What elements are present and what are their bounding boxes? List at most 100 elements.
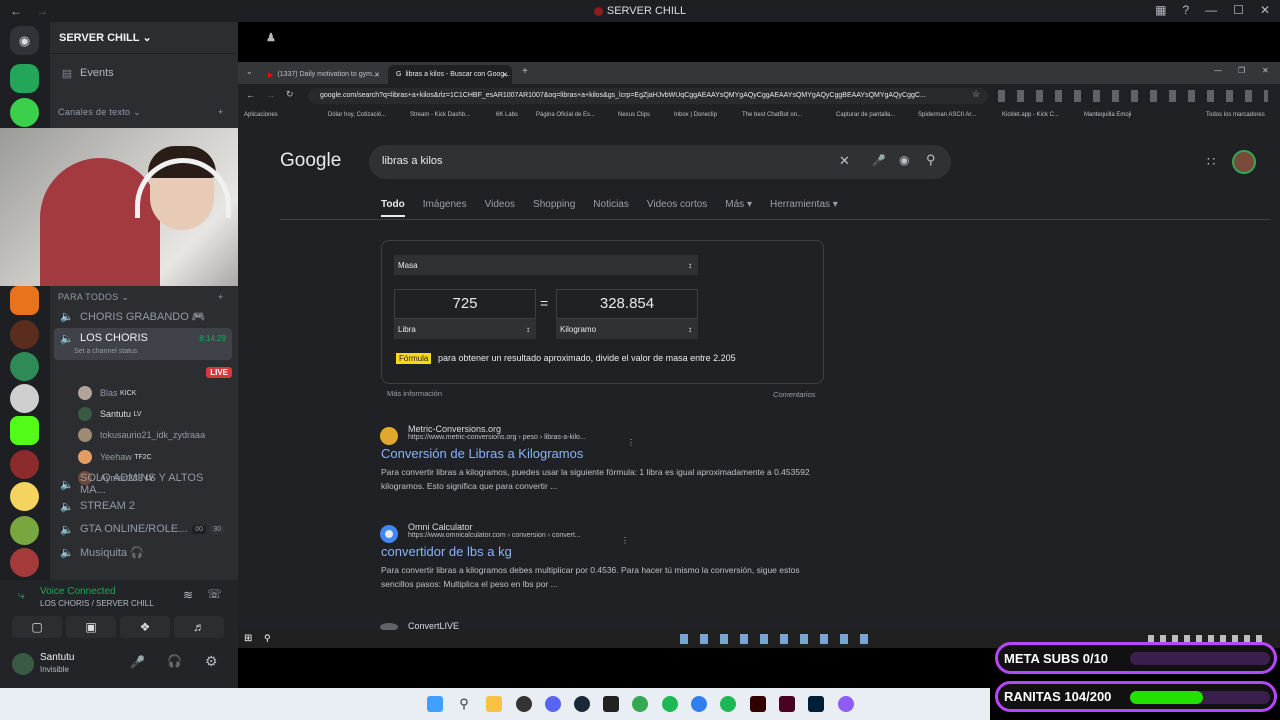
browser-tab[interactable]: ▶ (1337) Daily motivation to gym... ✕ [260,65,384,84]
server-icon[interactable] [10,416,39,445]
google-logo[interactable]: Google [280,150,341,172]
bookmark-item[interactable]: 6K Labs [496,112,518,118]
disconnect-icon[interactable]: ☏ [207,587,222,601]
bookmark-item[interactable]: Aplicaciones [244,112,278,118]
app-icon[interactable] [691,696,707,712]
bookmark-item[interactable]: Página Oficial de Es... [536,112,595,118]
bookmark-item[interactable]: Spiderman ASCII Ar... [918,112,976,118]
maximize-icon[interactable]: ☐ [1233,3,1244,17]
text-category[interactable]: Canales de texto ⌄ + [58,107,223,118]
result-url[interactable]: https://www.metric-conversions.org › pes… [408,434,821,441]
forward-arrow-icon[interactable]: → [266,90,275,100]
server-icon[interactable] [10,482,39,511]
voice-channel-musiquita[interactable]: 🔈 Musiquita 🎧 [54,541,232,563]
obs-icon[interactable] [516,696,532,712]
avatar[interactable] [12,653,34,675]
tab-videos-cortos[interactable]: Videos cortos [647,199,707,217]
result-title[interactable]: Conversión de Libras a Kilogramos [381,446,821,461]
voice-channel-gta-online[interactable]: 🔈 GTA ONLINE/ROLE... 00 30 [54,518,232,540]
result-url[interactable]: https://www.omnicalculator.com › convers… [408,532,821,539]
settings-gear-icon[interactable]: ⚙ [205,653,218,670]
from-unit-select[interactable]: Libra ↕ [394,319,536,339]
minimize-icon[interactable]: — [1214,66,1222,75]
discord-icon[interactable] [545,696,561,712]
indesign-icon[interactable] [779,696,795,712]
tab-mas[interactable]: Más ▾ [725,199,752,217]
epic-games-icon[interactable] [603,696,619,712]
tab-noticias[interactable]: Noticias [593,199,629,217]
more-info-link[interactable]: Más información [387,389,442,398]
search-icon[interactable]: ⚲ [926,152,936,168]
voice-channel-choris-grabando[interactable]: 🔈 CHORIS GRABANDO 🎮 [54,305,232,327]
server-icon[interactable] [10,352,39,381]
server-icon[interactable] [10,516,39,545]
search-input[interactable]: libras a kilos ✕ 🎤 ◉ ⚲ [369,145,951,179]
new-tab-icon[interactable]: + [522,66,528,77]
server-icon[interactable] [10,548,39,577]
server-icon[interactable] [10,98,39,127]
microphone-icon[interactable]: 🎤 [130,655,145,669]
tab-shopping[interactable]: Shopping [533,199,575,217]
help-icon[interactable]: ? [1182,3,1189,17]
photoshop-icon[interactable] [808,696,824,712]
voice-channel-solo-admins[interactable]: 🔈 SOLO ADMINS Y ALTOS MA... [54,472,232,496]
activities-button[interactable]: ❖ [120,616,170,638]
to-unit-select[interactable]: Kilogramo ↕ [556,319,698,339]
spotify-icon[interactable] [720,696,736,712]
apps-grid-icon[interactable]: ∷ [1207,154,1215,170]
events-item[interactable]: ▤ Events [54,62,232,84]
back-arrow-icon[interactable]: ← [246,90,255,100]
close-tab-icon[interactable]: ✕ [502,71,508,79]
server-icon[interactable] [10,320,39,349]
browser-tab-active[interactable]: Glibras a kilos - Buscar con Goog... ✕ [388,65,512,84]
voice-channel-los-choris[interactable]: 🔈 LOS CHORIS 8:14:29 Set a channel statu… [54,328,232,360]
search-icon[interactable]: ⚲ [456,696,472,712]
tab-herramientas[interactable]: Herramientas ▾ [770,199,838,217]
more-options-icon[interactable]: ⋮ [627,438,635,447]
bookmark-item[interactable]: Dólar hoy, Cotizació... [328,112,386,118]
voice-location[interactable]: LOS CHORIS / SERVER CHILL [40,599,154,608]
camera-button[interactable]: ▢ [12,616,62,638]
bookmark-item[interactable]: Todos los marcadores [1206,112,1265,118]
app-icon[interactable] [838,696,854,712]
restore-icon[interactable]: ❐ [1238,66,1245,75]
from-value-input[interactable]: 725 [394,289,536,319]
bookmark-item[interactable]: Mantequilla Emoji [1084,112,1131,118]
minimize-icon[interactable]: — [1205,3,1217,17]
result-site-name[interactable]: Omni Calculator [408,522,821,532]
tab-search-icon[interactable]: ⌄ [246,67,253,76]
inbox-icon[interactable]: ▦ [1155,3,1166,17]
voice-user[interactable]: Blas KICK [78,383,136,403]
server-icon[interactable] [10,384,39,413]
feedback-link[interactable]: Comentarios [773,390,816,399]
voice-category[interactable]: PARA TODOS ⌄ + [58,292,223,303]
search-query[interactable]: libras a kilos [382,155,443,167]
whatsapp-icon[interactable] [662,696,678,712]
more-options-icon[interactable]: ⋮ [621,536,629,545]
add-member-icon[interactable]: ♟ [266,31,276,44]
bookmark-item[interactable]: Kicklet.app - Kick C... [1002,112,1059,118]
voice-user[interactable]: tokusaurio21_idk_zydraaa [78,425,205,445]
signal-icon[interactable]: ⤷ [18,588,25,603]
clear-icon[interactable]: ✕ [839,153,850,169]
channel-status[interactable]: Set a channel status [74,348,137,355]
discord-home-icon[interactable]: ◉ [10,26,39,55]
steam-icon[interactable] [574,696,590,712]
close-icon[interactable]: ✕ [1260,3,1270,17]
illustrator-icon[interactable] [750,696,766,712]
server-header[interactable]: SERVER CHILL ⌄ ♟ [50,22,276,54]
screen-share-button[interactable]: ▣ [66,616,116,638]
category-select[interactable]: Masa ↕ [394,255,698,275]
result-site-name[interactable]: Metric-Conversions.org [408,424,821,434]
bookmark-star-icon[interactable]: ☆ [972,89,980,100]
account-avatar[interactable] [1232,150,1256,174]
tab-videos[interactable]: Videos [485,199,515,217]
headphones-icon[interactable]: 🎧 [167,654,182,668]
username[interactable]: Santutu [40,652,74,663]
file-explorer-icon[interactable] [486,696,502,712]
bookmark-item[interactable]: Stream - Kick Dashb... [410,112,470,118]
reload-icon[interactable]: ↻ [286,89,294,100]
server-icon[interactable] [10,286,39,315]
bookmark-item[interactable]: Inbox | Doneclip [674,112,717,118]
address-bar[interactable]: google.com/search?q=libras+a+kilos&rlz=1… [308,88,988,104]
